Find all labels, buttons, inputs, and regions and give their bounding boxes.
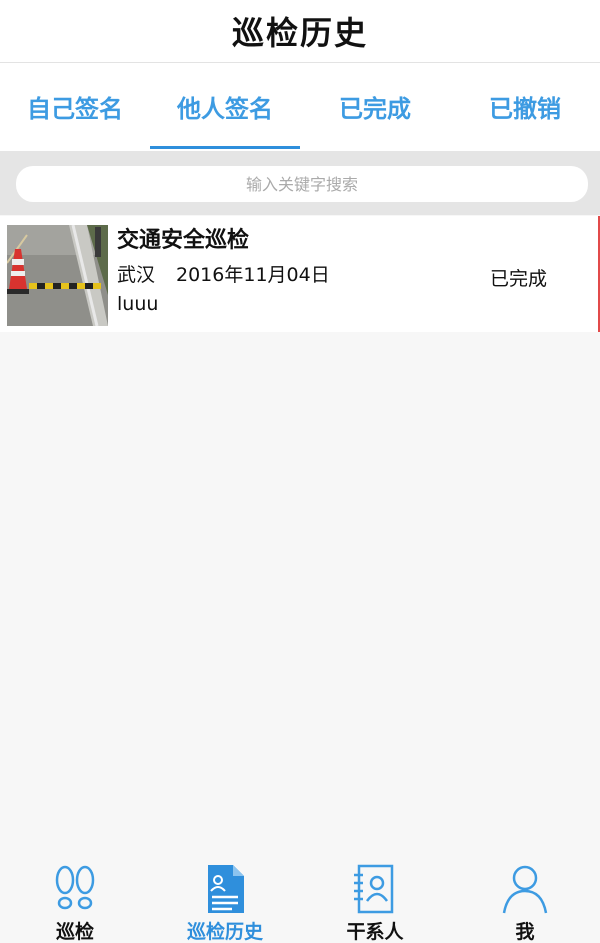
person-icon	[502, 865, 548, 914]
nav-item-history[interactable]: 巡检历史	[150, 855, 300, 943]
header-bar: 巡检历史	[0, 0, 600, 63]
nav-item-stakeholders[interactable]: 干系人	[300, 855, 450, 943]
footprints-icon	[55, 865, 95, 910]
nav-label-history: 巡检历史	[186, 921, 263, 943]
nav-label-stakeholders: 干系人	[346, 921, 404, 943]
nav-label-inspection: 巡检	[55, 921, 94, 943]
inspection-thumbnail	[7, 225, 108, 326]
nav-item-inspection[interactable]: 巡检	[0, 855, 150, 943]
document-user-icon	[208, 865, 244, 913]
list-item[interactable]: 交通安全巡检 武汉 2016年11月04日 luuu 已完成	[0, 216, 600, 332]
search-bar	[0, 151, 600, 215]
item-title: 交通安全巡检	[117, 228, 250, 253]
tab-revoked[interactable]: 已撤销	[450, 63, 600, 149]
item-location: 武汉	[117, 264, 156, 286]
tab-self-signed[interactable]: 自己签名	[0, 63, 150, 149]
tab-others-signed[interactable]: 他人签名	[150, 63, 300, 149]
status-label: 已完成	[490, 268, 548, 290]
nav-item-me[interactable]: 我	[450, 855, 600, 943]
item-user: luuu	[117, 293, 159, 315]
bottom-nav: 巡检 巡检历史 干系人 我	[0, 855, 600, 943]
app-root: 巡检历史 自己签名 他人签名 已完成 已撤销 输入关键字搜索 交通安全巡检 武汉…	[0, 0, 600, 943]
item-date: 2016年11月04日	[176, 264, 330, 286]
nav-label-me: 我	[515, 921, 535, 943]
tab-bar: 自己签名 他人签名 已完成 已撤销	[0, 63, 600, 149]
page-title: 巡检历史	[231, 14, 368, 52]
contacts-book-icon	[354, 864, 394, 914]
road-cone-speed-bump-image	[7, 225, 108, 326]
search-input[interactable]	[16, 166, 588, 202]
tab-completed[interactable]: 已完成	[300, 63, 450, 149]
